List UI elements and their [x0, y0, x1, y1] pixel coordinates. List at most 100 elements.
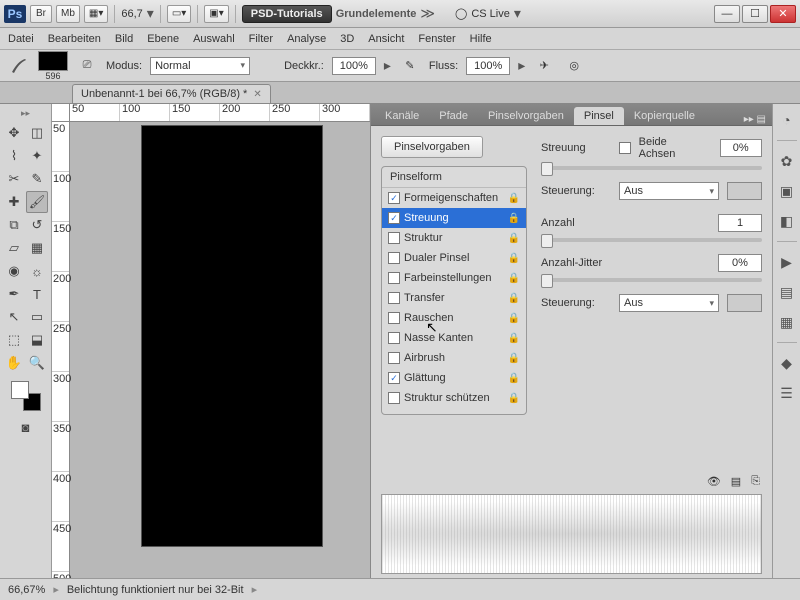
- status-more-icon[interactable]: ▸: [252, 583, 258, 596]
- actions-panel-icon[interactable]: ▶: [777, 252, 797, 272]
- brush-option-dualer-pinsel[interactable]: Dualer Pinsel🔒: [382, 248, 526, 268]
- lock-icon[interactable]: 🔒: [508, 293, 520, 304]
- brush-option-formeigenschaften[interactable]: ✓Formeigenschaften🔒: [382, 188, 526, 208]
- opacity-flyout-icon[interactable]: ▸: [384, 57, 391, 74]
- flow-input[interactable]: 100%: [466, 57, 510, 75]
- checkbox-icon[interactable]: [388, 252, 400, 264]
- checkbox-icon[interactable]: [388, 332, 400, 344]
- color-swatches[interactable]: [11, 381, 41, 411]
- opacity-pressure-icon[interactable]: ✎: [399, 55, 421, 77]
- blur-tool[interactable]: ◉: [3, 260, 25, 282]
- brush-preview[interactable]: [38, 51, 68, 71]
- styles-panel-icon[interactable]: ◧: [777, 211, 797, 231]
- count-slider[interactable]: [541, 238, 762, 242]
- zoom-level[interactable]: 66,7: [121, 8, 142, 20]
- scatter-value-input[interactable]: 0%: [720, 139, 763, 157]
- create-brush-icon[interactable]: ⎘: [751, 475, 760, 488]
- tab-pinsel[interactable]: Pinsel: [574, 107, 624, 125]
- workspace-psd-button[interactable]: PSD-Tutorials: [242, 5, 332, 23]
- toggle-preview-icon[interactable]: 👁: [707, 475, 721, 488]
- count-jitter-slider[interactable]: [541, 278, 762, 282]
- control1-combo[interactable]: Aus: [619, 182, 719, 200]
- marquee-tool[interactable]: ◫: [26, 122, 48, 144]
- menu-ansicht[interactable]: Ansicht: [368, 33, 404, 45]
- brushform-header[interactable]: Pinselform: [382, 167, 526, 188]
- canvas[interactable]: [142, 126, 322, 546]
- menu-datei[interactable]: Datei: [8, 33, 34, 45]
- lock-icon[interactable]: 🔒: [508, 313, 520, 324]
- type-tool[interactable]: T: [26, 283, 48, 305]
- move-tool[interactable]: ✥: [3, 122, 25, 144]
- menu-filter[interactable]: Filter: [249, 33, 273, 45]
- gradient-tool[interactable]: ▦: [26, 237, 48, 259]
- brush-option-farbeinstellungen[interactable]: Farbeinstellungen🔒: [382, 268, 526, 288]
- menu-hilfe[interactable]: Hilfe: [470, 33, 492, 45]
- tablet-pressure-icon[interactable]: ◎: [563, 55, 585, 77]
- brush-option-glättung[interactable]: ✓Glättung🔒: [382, 368, 526, 388]
- history-brush-tool[interactable]: ↺: [26, 214, 48, 236]
- opacity-input[interactable]: 100%: [332, 57, 376, 75]
- tab-kanaele[interactable]: Kanäle: [375, 107, 429, 125]
- menu-3d[interactable]: 3D: [340, 33, 354, 45]
- toolbox-grip-icon[interactable]: ▸▸: [21, 108, 30, 119]
- view-extras-button[interactable]: ▭▾: [167, 5, 191, 23]
- hand-tool[interactable]: ✋: [3, 352, 25, 374]
- airbrush-icon[interactable]: ✈: [533, 55, 555, 77]
- both-axes-checkbox[interactable]: [619, 142, 631, 154]
- eyedropper-tool[interactable]: ✎: [26, 168, 48, 190]
- color-panel-icon[interactable]: ◔: [777, 110, 797, 130]
- menu-ebene[interactable]: Ebene: [147, 33, 179, 45]
- path-tool[interactable]: ↖: [3, 306, 25, 328]
- 3d-tool[interactable]: ⬚: [3, 329, 25, 351]
- brush-tool[interactable]: 🖌: [26, 191, 48, 213]
- adjustments-panel-icon[interactable]: ✿: [777, 151, 797, 171]
- cslive-label[interactable]: CS Live: [471, 8, 510, 20]
- info-panel-icon[interactable]: ▦: [777, 312, 797, 332]
- brush-option-streuung[interactable]: ✓Streuung🔒: [382, 208, 526, 228]
- foreground-color[interactable]: [11, 381, 29, 399]
- bridge-button[interactable]: Br: [30, 5, 52, 23]
- brush-option-nasse-kanten[interactable]: Nasse Kanten🔒: [382, 328, 526, 348]
- checkbox-icon[interactable]: ✓: [388, 192, 400, 204]
- tab-pfade[interactable]: Pfade: [429, 107, 478, 125]
- lasso-tool[interactable]: ⌇: [3, 145, 25, 167]
- mode-combo[interactable]: Normal: [150, 57, 250, 75]
- checkbox-icon[interactable]: [388, 312, 400, 324]
- ruler-vertical[interactable]: 50100150200250300350400450500550: [52, 122, 70, 578]
- lock-icon[interactable]: 🔒: [508, 393, 520, 404]
- menu-bearbeiten[interactable]: Bearbeiten: [48, 33, 101, 45]
- layers-panel-icon[interactable]: ☰: [777, 383, 797, 403]
- checkbox-icon[interactable]: ✓: [388, 372, 400, 384]
- checkbox-icon[interactable]: [388, 352, 400, 364]
- ruler-origin[interactable]: [52, 104, 70, 122]
- lock-icon[interactable]: 🔒: [508, 333, 520, 344]
- lock-icon[interactable]: 🔒: [508, 273, 520, 284]
- menu-analyse[interactable]: Analyse: [287, 33, 326, 45]
- status-flyout-icon[interactable]: ▸: [53, 583, 59, 596]
- heal-tool[interactable]: ✚: [3, 191, 25, 213]
- minimize-button[interactable]: —: [714, 5, 740, 23]
- lock-icon[interactable]: 🔒: [508, 233, 520, 244]
- workspace-more-icon[interactable]: ≫: [420, 5, 435, 22]
- zoom-tool[interactable]: 🔍: [26, 352, 48, 374]
- checkbox-icon[interactable]: [388, 272, 400, 284]
- dodge-tool[interactable]: ☼: [26, 260, 48, 282]
- stamp-tool[interactable]: ⧉: [3, 214, 25, 236]
- brush-option-rauschen[interactable]: Rauschen🔒: [382, 308, 526, 328]
- masks-panel-icon[interactable]: ▣: [777, 181, 797, 201]
- close-tab-icon[interactable]: ✕: [253, 89, 261, 100]
- tab-kopierquelle[interactable]: Kopierquelle: [624, 107, 705, 125]
- checkbox-icon[interactable]: ✓: [388, 212, 400, 224]
- lock-icon[interactable]: 🔒: [508, 213, 520, 224]
- maximize-button[interactable]: ☐: [742, 5, 768, 23]
- lock-icon[interactable]: 🔒: [508, 373, 520, 384]
- shape-tool[interactable]: ▭: [26, 306, 48, 328]
- tab-pinselvorgaben[interactable]: Pinselvorgaben: [478, 107, 574, 125]
- brush-option-airbrush[interactable]: Airbrush🔒: [382, 348, 526, 368]
- brush-option-struktur[interactable]: Struktur🔒: [382, 228, 526, 248]
- layout-button[interactable]: ▦▾: [84, 5, 108, 23]
- brush-tool-icon[interactable]: [8, 55, 30, 77]
- new-preset-icon[interactable]: ▤: [731, 475, 741, 488]
- lock-icon[interactable]: 🔒: [508, 193, 520, 204]
- count-input[interactable]: 1: [718, 214, 762, 232]
